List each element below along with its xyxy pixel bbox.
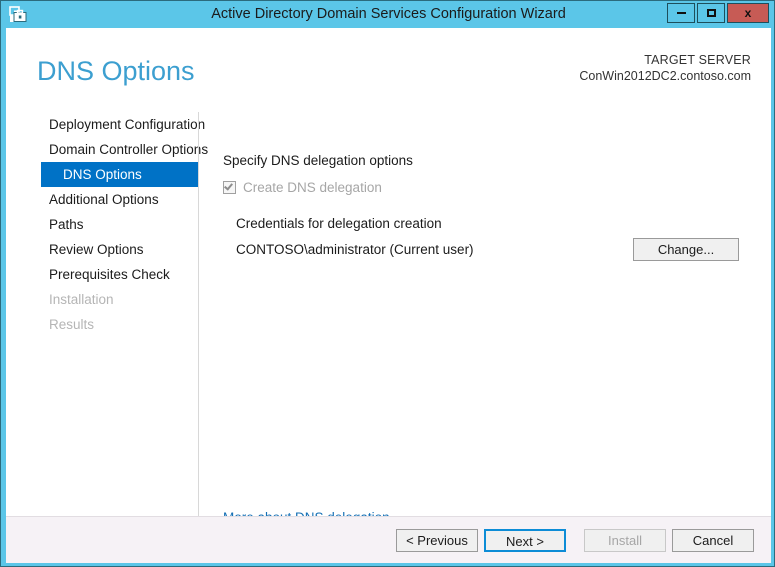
credentials-value: CONTOSO\administrator (Current user): [236, 242, 474, 257]
client-area: DNS Options TARGET SERVER ConWin2012DC2.…: [6, 28, 771, 563]
wizard-window: Active Directory Domain Services Configu…: [0, 0, 775, 567]
credentials-label: Credentials for delegation creation: [236, 216, 442, 231]
create-dns-delegation-checkbox: [223, 180, 236, 194]
main-content: Specify DNS delegation options Create DN…: [6, 28, 771, 562]
create-dns-delegation-row: Create DNS delegation: [223, 178, 382, 196]
change-credentials-button[interactable]: Change...: [633, 238, 739, 261]
minimize-button[interactable]: [667, 3, 695, 23]
checkmark-icon: [224, 180, 233, 191]
create-dns-delegation-label: Create DNS delegation: [243, 179, 382, 195]
cancel-button[interactable]: Cancel: [672, 529, 754, 552]
maximize-button[interactable]: [697, 3, 725, 23]
close-button[interactable]: x: [727, 3, 769, 23]
wizard-footer: < Previous Next > Install Cancel: [6, 516, 771, 563]
title-bar[interactable]: Active Directory Domain Services Configu…: [1, 1, 774, 28]
specify-dns-delegation-label: Specify DNS delegation options: [223, 153, 413, 168]
install-button: Install: [584, 529, 666, 552]
minimize-icon: [676, 12, 686, 14]
maximize-icon: [706, 9, 716, 17]
next-button[interactable]: Next >: [484, 529, 566, 552]
window-title: Active Directory Domain Services Configu…: [211, 6, 566, 22]
previous-button[interactable]: < Previous: [396, 529, 478, 552]
